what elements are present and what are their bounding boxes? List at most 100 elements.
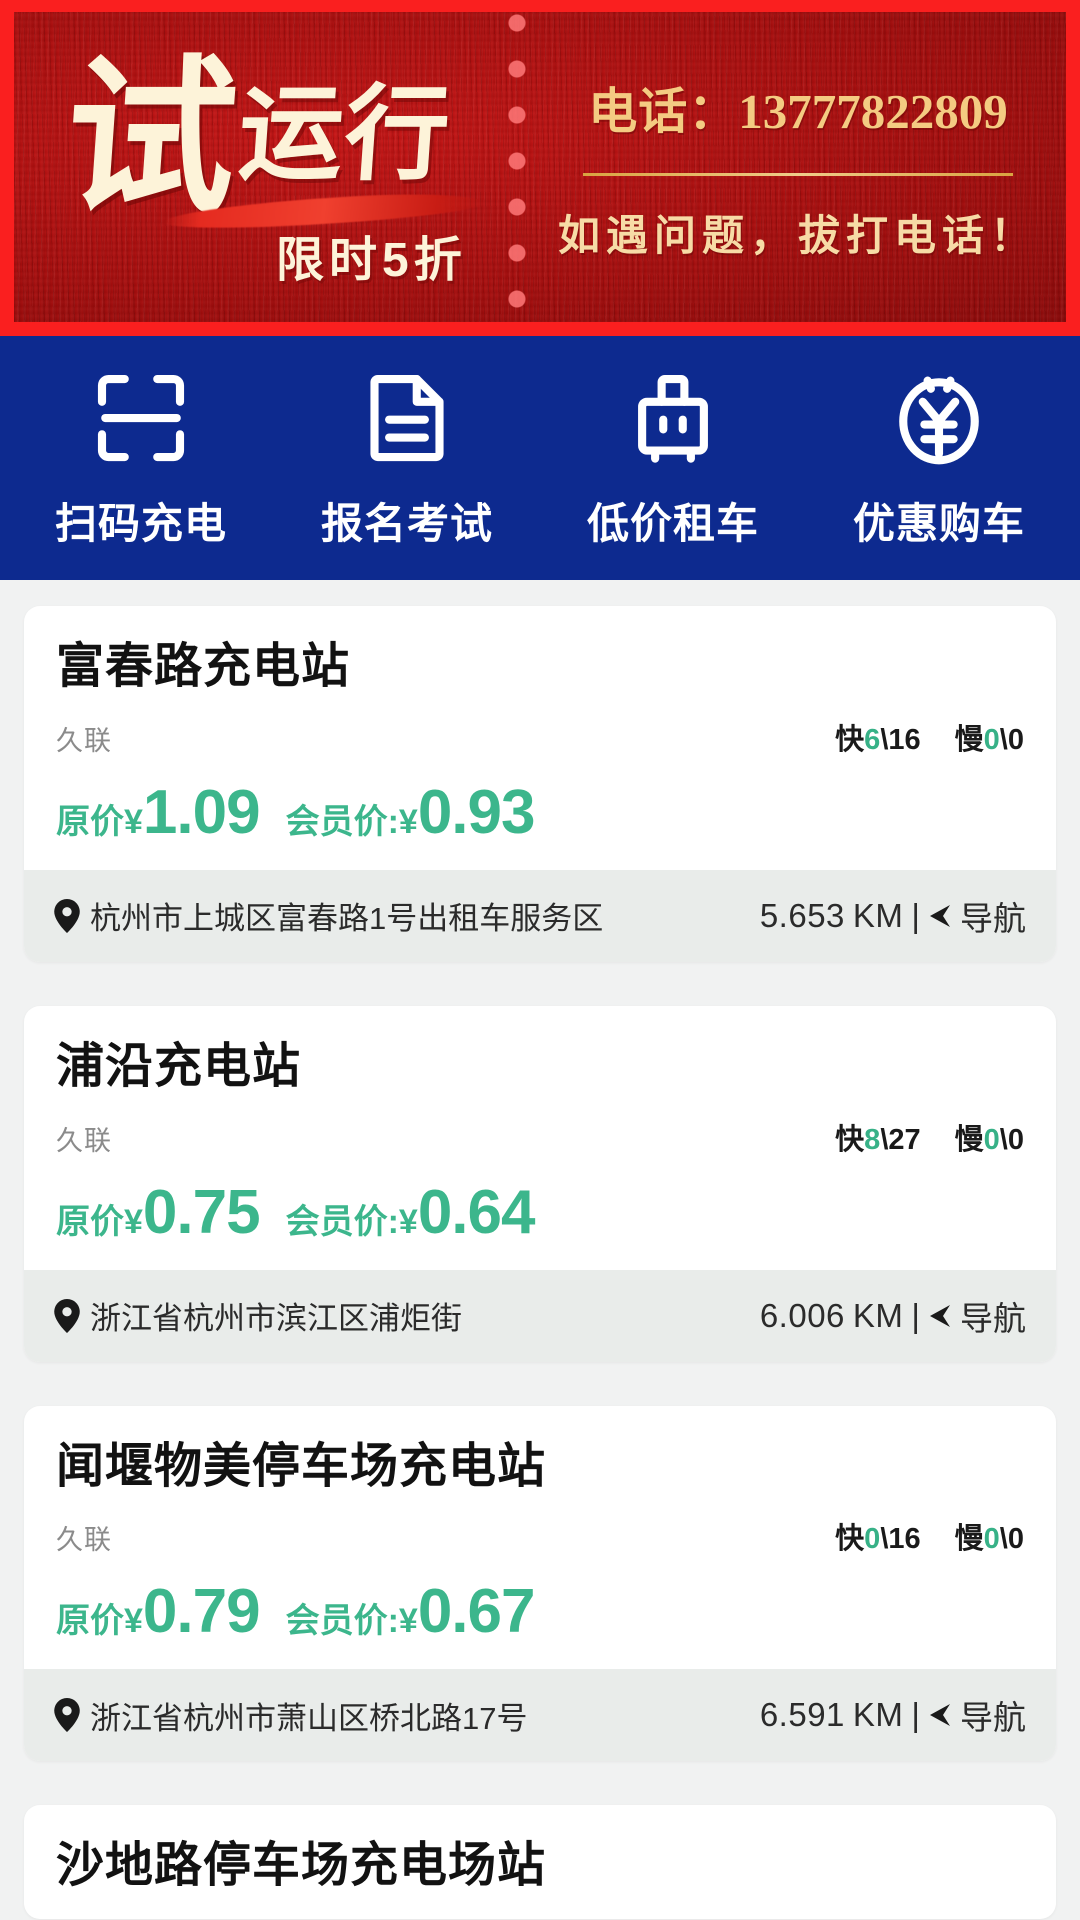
navigate-group[interactable]: 5.653 KM | 导航 (760, 892, 1026, 940)
slow-connectors: 慢0\0 (954, 1523, 1024, 1556)
quicknav-item-exam-signup[interactable]: 报名考试 (274, 366, 540, 551)
station-price-row: 原价¥ 0.75 会员价:¥ 0.64 (56, 1177, 1024, 1247)
slow-total: 0 (1007, 1123, 1024, 1156)
original-price-label: 原价¥ (56, 1202, 143, 1241)
quicknav-label: 报名考试 (320, 499, 493, 547)
member-price-group: 会员价:¥ 0.93 (286, 777, 536, 847)
navigate-group[interactable]: 6.006 KM | 导航 (760, 1292, 1026, 1340)
distance-unit: KM (852, 1296, 904, 1334)
member-price-group: 会员价:¥ 0.67 (286, 1581, 536, 1643)
ticket-perforation-divider (506, 12, 528, 322)
promo-banner[interactable]: 试 运行 限时5折 电话：13777822809 如遇问题，拔打电话！ (0, 0, 1080, 336)
station-card[interactable]: 浦沿充电站 久联 快8\27 慢0\0 原价¥ 0.75 会员价:¥ 0.64 (24, 1005, 1056, 1362)
location-pin-icon (54, 1698, 80, 1733)
quicknav-item-car-purchase[interactable]: 优惠购车 (806, 366, 1072, 551)
promo-subline: 限时5折 (276, 234, 467, 287)
scan-qr-icon (97, 374, 185, 461)
original-price-value: 0.75 (142, 1177, 261, 1247)
fast-total: 27 (888, 1123, 921, 1156)
navigate-group[interactable]: 6.591 KM | 导航 (760, 1691, 1026, 1739)
fast-label: 快 (835, 1523, 865, 1556)
station-meta-row: 久联 快0\16 慢0\0 (56, 1515, 1024, 1557)
station-card-body: 沙地路停车场充电场站 (24, 1805, 1056, 1919)
station-meta-row: 久联 快8\27 慢0\0 (56, 1116, 1024, 1158)
navigate-arrow-icon (930, 1304, 950, 1327)
original-price-group: 原价¥ 1.09 (56, 781, 261, 844)
station-card[interactable]: 沙地路停车场充电场站 (24, 1805, 1056, 1919)
station-name: 沙地路停车场充电场站 (56, 1839, 547, 1893)
slow-connectors: 慢0\0 (954, 723, 1024, 756)
original-price-value: 0.79 (142, 1577, 261, 1647)
slow-label: 慢 (954, 723, 984, 756)
station-address: 浙江省杭州市滨江区浦炬街 (90, 1301, 462, 1336)
original-price-group: 原价¥ 0.79 (56, 1577, 261, 1647)
station-card-footer: 浙江省杭州市滨江区浦炬街 6.006 KM | 导航 (24, 1269, 1056, 1362)
member-price-label: 会员价:¥ (285, 1202, 418, 1241)
member-price-value: 0.93 (417, 777, 536, 847)
station-card[interactable]: 闻堰物美停车场充电站 久联 快0\16 慢0\0 原价¥ 0.79 会员价:¥ … (24, 1405, 1056, 1762)
support-help-text: 如遇问题，拔打电话！ (557, 213, 1038, 260)
station-card[interactable]: 富春路充电站 久联 快6\16 慢0\0 原价¥ 1.09 会员价:¥ 0.93 (24, 606, 1056, 962)
navigate-label: 导航 (960, 899, 1026, 937)
station-address-group: 杭州市上城区富春路1号出租车服务区 (54, 893, 603, 938)
support-phone[interactable]: 电话：13777822809 (588, 72, 1008, 143)
original-price-label: 原价¥ (56, 802, 143, 841)
distance-unit: KM (852, 896, 904, 934)
promo-banner-right: 电话：13777822809 如遇问题，拔打电话！ (528, 12, 1066, 322)
fast-available: 0 (864, 1523, 881, 1556)
navigate-separator: | (911, 896, 920, 934)
station-card-footer: 浙江省杭州市萧山区桥北路17号 6.591 KM | 导航 (24, 1669, 1056, 1762)
station-card-footer: 杭州市上城区富春路1号出租车服务区 5.653 KM | 导航 (24, 869, 1056, 962)
quicknav-label: 扫码充电 (54, 499, 227, 547)
original-price-group: 原价¥ 0.75 (56, 1177, 261, 1247)
quick-nav-bar: 扫码充电 报名考试 低价租车 优惠购车 (0, 336, 1080, 580)
station-name: 浦沿充电站 (56, 1039, 302, 1093)
promo-banner-left: 试 运行 限时5折 (14, 12, 506, 322)
quicknav-label: 低价租车 (586, 499, 759, 547)
station-distance: 5.653 (759, 896, 845, 934)
fast-available: 8 (864, 1123, 881, 1156)
navigate-arrow-icon (930, 1704, 950, 1727)
yen-badge-icon (899, 376, 979, 464)
quicknav-item-scan-charge[interactable]: 扫码充电 (8, 366, 274, 551)
fast-total: 16 (888, 1523, 921, 1556)
station-distance: 6.591 (759, 1696, 845, 1734)
station-connector-counts: 快0\16 慢0\0 (835, 1515, 1024, 1557)
quicknav-item-car-rental[interactable]: 低价租车 (540, 366, 806, 551)
station-name: 闻堰物美停车场充电站 (56, 1439, 547, 1493)
station-price-row: 原价¥ 1.09 会员价:¥ 0.93 (56, 777, 1024, 847)
navigate-label: 导航 (960, 1299, 1026, 1337)
navigate-label: 导航 (960, 1699, 1026, 1737)
navigate-separator: | (911, 1296, 920, 1334)
support-phone-number: 13777822809 (738, 83, 1008, 139)
slow-connectors: 慢0\0 (954, 1123, 1024, 1156)
station-list: 富春路充电站 久联 快6\16 慢0\0 原价¥ 1.09 会员价:¥ 0.93 (0, 580, 1080, 1919)
fast-connectors: 快0\16 (835, 1523, 921, 1556)
station-operator: 久联 (56, 1125, 112, 1156)
fast-connectors: 快6\16 (835, 723, 921, 756)
banner-divider (583, 172, 1013, 176)
slow-total: 0 (1007, 723, 1024, 756)
location-pin-icon (54, 1298, 80, 1333)
fast-total: 16 (888, 723, 921, 756)
slow-label: 慢 (954, 1523, 984, 1556)
fast-available: 6 (864, 723, 881, 756)
station-address: 杭州市上城区富春路1号出租车服务区 (90, 901, 604, 937)
promo-headline-char: 试 (59, 46, 239, 234)
station-connector-counts: 快6\16 慢0\0 (835, 716, 1024, 758)
fast-label: 快 (835, 1123, 865, 1156)
suitcase-icon (638, 374, 708, 463)
navigate-arrow-icon (930, 904, 950, 927)
station-price-row: 原价¥ 0.79 会员价:¥ 0.67 (56, 1581, 1024, 1643)
station-address: 浙江省杭州市萧山区桥北路17号 (90, 1700, 528, 1736)
original-price-label: 原价¥ (56, 1602, 143, 1641)
document-icon (370, 374, 444, 461)
station-connector-counts: 快8\27 慢0\0 (835, 1116, 1024, 1158)
distance-unit: KM (852, 1696, 904, 1734)
promo-banner-inner: 试 运行 限时5折 电话：13777822809 如遇问题，拔打电话！ (14, 12, 1066, 322)
slow-available: 0 (983, 1123, 1000, 1156)
fast-label: 快 (835, 723, 865, 756)
station-name: 富春路充电站 (56, 640, 351, 693)
station-card-body: 富春路充电站 久联 快6\16 慢0\0 原价¥ 1.09 会员价:¥ 0.93 (24, 606, 1056, 870)
quicknav-label: 优惠购车 (852, 499, 1025, 547)
